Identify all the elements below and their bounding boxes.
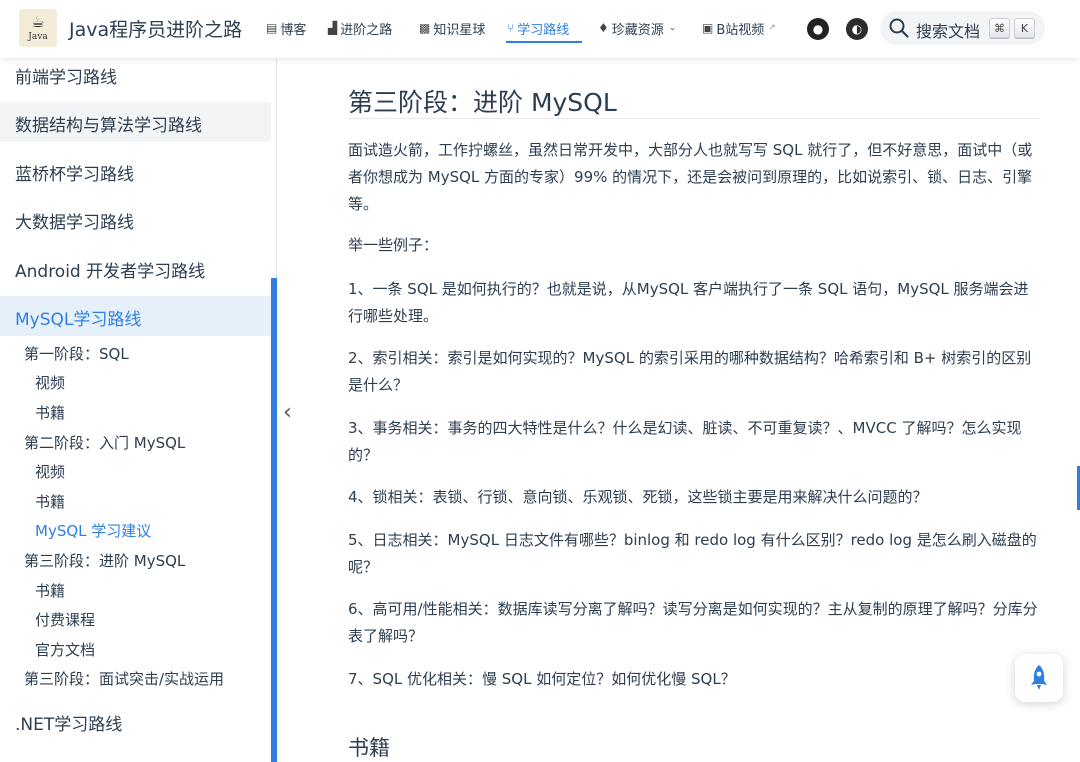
sidebar-item-frontend[interactable]: 前端学习路线 [15,63,117,88]
sidebar-item-android[interactable]: Android 开发者学习路线 [15,257,205,282]
tv-icon: ▣ [702,21,714,35]
search-button[interactable]: 搜索文档 ⌘ K [880,11,1045,45]
sidebar-active-indicator [271,278,277,762]
sidebar-item-mysql[interactable]: MySQL学习路线 [15,305,141,330]
examples-label: 举一些例子： [348,236,439,254]
list-item: 1、一条 SQL 是如何执行的？也就是说，从MySQL 客户端执行了一条 SQL… [348,280,1029,325]
sidebar-sub-video[interactable]: 视频 [35,372,65,393]
nav-item-bilibili[interactable]: ▣ B站视频 ↗ [702,19,776,38]
intro-paragraph: 面试造火箭，工作拧螺丝，虽然日常开发中，大部分人也就写写 SQL 就行了，但不好… [348,141,1033,213]
list-item: 5、日志相关：MySQL 日志文件有哪些？binlog 和 redo log 有… [348,531,1037,576]
list-item: 4、锁相关：表锁、行锁、意向锁、乐观锁、死锁，这些锁主要是用来解决什么问题的？ [348,488,928,506]
list-item: 6、高可用/性能相关：数据库读写分离了解吗？读写分离是如何实现的？主从复制的原理… [348,600,1038,645]
sidebar-item-lanqiao[interactable]: 蓝桥杯学习路线 [15,160,134,185]
collapse-sidebar-icon[interactable]: ‹ [283,400,292,425]
planet-icon: ▩ [419,21,431,35]
active-nav-underline [506,41,582,43]
site-logo[interactable]: ☕ Java [19,9,57,47]
nav-item-knowledge-planet[interactable]: ▩ 知识星球 [419,19,485,38]
chevron-down-icon: ⌄ [668,23,677,33]
sidebar-sub-books[interactable]: 书籍 [35,580,65,601]
sidebar-sub-video[interactable]: 视频 [35,461,65,482]
list-item: 7、SQL 优化相关：慢 SQL 如何定位？如何优化慢 SQL？ [348,670,736,688]
back-to-top-button[interactable] [1015,654,1063,702]
section-heading: 第三阶段：进阶 MySQL [348,88,617,117]
sidebar: 前端学习路线 数据结构与算法学习路线 蓝桥杯学习路线 大数据学习路线 Andro… [0,58,271,762]
nav-item-advanced-path[interactable]: ▟ 进阶之路 [328,19,392,38]
external-link-icon: ↗ [768,23,776,33]
diamond-icon: ♦ [598,21,609,35]
sidebar-item-algorithms[interactable]: 数据结构与算法学习路线 [15,111,202,136]
sidebar-sub-mysql-advice[interactable]: MySQL 学习建议 [35,520,151,541]
list-item: 2、索引相关：索引是如何实现的？MySQL 的索引采用的哪种数据结构？哈希索引和… [348,349,1032,394]
site-title[interactable]: Java程序员进阶之路 [69,15,242,42]
theme-toggle-icon[interactable]: ◐ [846,18,868,40]
coffee-cup-icon: ☕ [31,12,45,31]
heading-divider [348,118,1040,119]
path-icon: ⑂ [507,21,515,35]
sidebar-sub-stage2[interactable]: 第二阶段：入门 MySQL [24,432,185,453]
search-label: 搜索文档 [916,22,981,41]
sidebar-item-bigdata[interactable]: 大数据学习路线 [15,208,134,233]
logo-text: Java [28,31,48,42]
github-icon[interactable]: ● [807,18,829,40]
nav-item-resources-dropdown[interactable]: ♦ 珍藏资源 ⌄ [598,19,677,38]
sidebar-sub-books[interactable]: 书籍 [35,402,65,423]
list-item: 3、事务相关：事务的四大特性是什么？什么是幻读、脏读、不可重复读？、MVCC 了… [348,419,1022,464]
books-heading: 书籍 [348,736,390,760]
sidebar-sub-stage3-interview[interactable]: 第三阶段：面试突击/实战运用 [24,668,224,689]
sidebar-sub-stage3[interactable]: 第三阶段：进阶 MySQL [24,550,185,571]
search-icon [889,18,909,38]
chart-icon: ▟ [328,21,338,35]
sidebar-sub-official-docs[interactable]: 官方文档 [35,639,95,660]
nav-item-learning-path[interactable]: ⑂ 学习路线 [507,19,569,38]
sidebar-sub-books[interactable]: 书籍 [35,491,65,512]
sidebar-sub-stage1[interactable]: 第一阶段：SQL [24,343,129,364]
sidebar-item-dotnet[interactable]: .NET学习路线 [15,710,122,735]
nav-item-blog[interactable]: ▤ 博客 [266,19,306,38]
sidebar-sub-paid-courses[interactable]: 付费课程 [35,609,95,630]
cmd-key-icon: ⌘ [989,18,1010,38]
rocket-icon [1031,665,1047,690]
top-navbar: ☕ Java Java程序员进阶之路 ▤ 博客 ▟ 进阶之路 ▩ 知识星球 ⑂ … [0,0,1080,58]
k-key: K [1014,18,1035,38]
document-icon: ▤ [266,21,278,35]
